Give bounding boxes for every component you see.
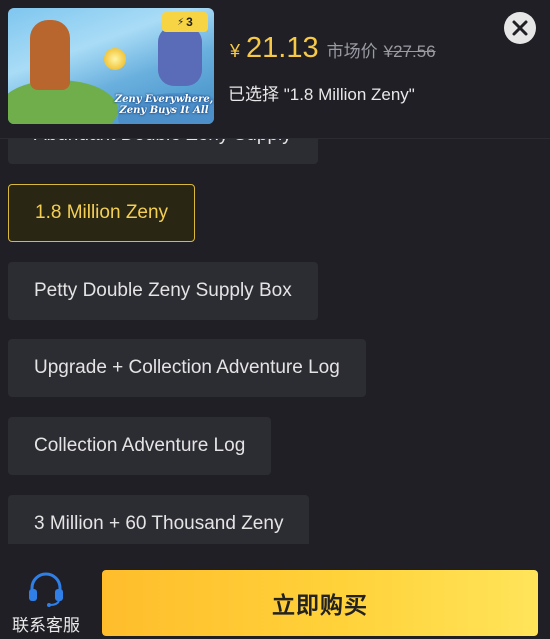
close-button[interactable]: [504, 12, 536, 44]
product-badge: ⚡ 3: [162, 12, 208, 32]
option-petty-double-zeny[interactable]: Petty Double Zeny Supply Box: [8, 262, 318, 320]
option-1-8-million-zeny[interactable]: 1.8 Million Zeny: [8, 184, 196, 242]
close-icon: [512, 20, 528, 36]
product-image: ⚡ 3 Zeny Everywhere, Zeny Buys It All: [8, 8, 214, 124]
option-label: Collection Adventure Log: [34, 435, 246, 456]
bottom-bar: 联系客服 立即购买: [0, 544, 550, 639]
option-upgrade-collection-log[interactable]: Upgrade + Collection Adventure Log: [8, 339, 366, 397]
option-label: Petty Double Zeny Supply Box: [34, 280, 292, 301]
option-label: Upgrade + Collection Adventure Log: [34, 357, 340, 378]
option-label: 3 Million + 60 Thousand Zeny: [34, 513, 284, 534]
market-currency-symbol: ¥: [383, 42, 394, 61]
market-price: 27.56: [393, 42, 436, 61]
buy-now-label: 立即购买: [272, 592, 368, 618]
buy-now-button[interactable]: 立即购买: [102, 570, 538, 636]
market-price-label: 市场价: [326, 42, 378, 61]
option-3-million-zeny[interactable]: 3 Million + 60 Thousand Zeny: [8, 495, 310, 544]
customer-service-label: 联系客服: [12, 616, 80, 635]
option-collection-log[interactable]: Collection Adventure Log: [8, 417, 272, 475]
product-header: ⚡ 3 Zeny Everywhere, Zeny Buys It All ¥ …: [0, 0, 550, 139]
option-label: 1.8 Million Zeny: [35, 202, 169, 223]
headset-icon: [29, 572, 63, 607]
price-row: ¥ 21.13 市场价 ¥ 27.56: [230, 32, 436, 65]
currency-symbol: ¥: [230, 41, 241, 61]
selected-option-text: 已选择 "1.8 Million Zeny": [228, 85, 415, 104]
customer-service-button[interactable]: 联系客服: [0, 571, 92, 639]
product-image-caption: Zeny Everywhere, Zeny Buys It All: [114, 94, 214, 116]
current-price: 21.13: [246, 32, 319, 64]
